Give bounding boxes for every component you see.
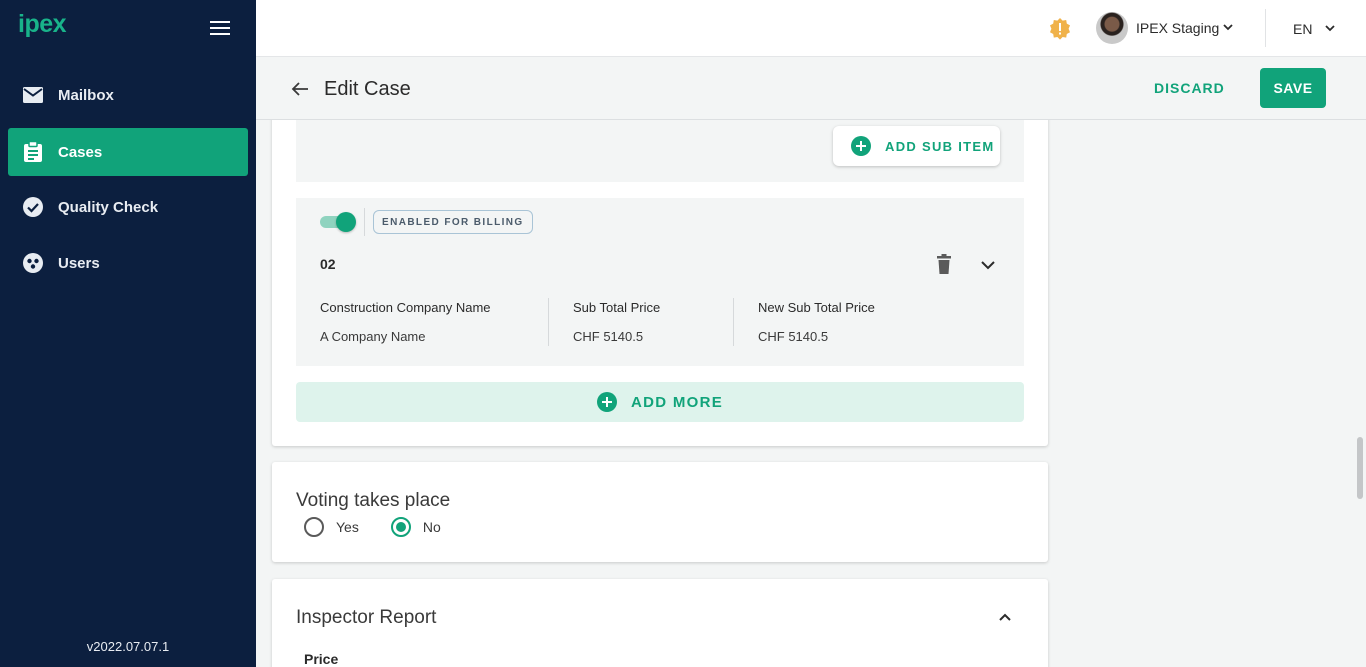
clipboard-icon (21, 140, 45, 164)
radio-label: No (422, 519, 441, 535)
sidebar-item-label: Quality Check (58, 198, 159, 216)
sidebar-item-label: Cases (58, 143, 103, 161)
add-sub-item-button[interactable]: ADD SUB ITEM (833, 126, 1000, 166)
sidebar-item-cases[interactable]: Cases (8, 128, 248, 176)
field-new-sub-total-price: New Sub Total Price CHF 5140.5 (758, 300, 875, 344)
sidebar-item-label: Mailbox (58, 86, 114, 104)
scrollbar-thumb[interactable] (1357, 437, 1363, 499)
page-title: Edit Case (324, 78, 411, 100)
app-version: v2022.07.07.1 (86, 639, 170, 654)
item-row: ENABLED FOR BILLING 02 Construction Comp… (296, 198, 1024, 366)
sub-item-area: ADD SUB ITEM (296, 120, 1024, 182)
field-construction-company: Construction Company Name A Company Name (320, 300, 491, 344)
billing-toggle[interactable] (320, 212, 356, 232)
mail-icon (21, 83, 45, 107)
voting-card: Voting takes place Yes No (272, 462, 1048, 562)
plus-circle-icon (851, 136, 871, 156)
add-more-label: ADD MORE (630, 393, 724, 411)
chevron-down-icon[interactable] (1222, 20, 1234, 32)
chevron-up-icon[interactable] (998, 609, 1012, 621)
plus-circle-icon (596, 392, 617, 412)
sidebar-item-mailbox[interactable]: Mailbox (8, 71, 248, 119)
back-arrow-icon[interactable] (290, 79, 310, 99)
section-title: Inspector Report (296, 607, 437, 628)
field-label: Construction Company Name (320, 300, 491, 315)
divider (733, 298, 734, 346)
top-bar: IPEX Staging EN (256, 0, 1366, 57)
sidebar-item-label: Users (58, 254, 100, 272)
add-more-button[interactable]: ADD MORE (296, 382, 1024, 422)
language-selector[interactable]: EN (1293, 21, 1312, 37)
app-logo[interactable]: ipex (18, 10, 67, 39)
items-card: ADD SUB ITEM ENABLED FOR BILLING 02 Cons… (272, 100, 1048, 446)
field-label: Sub Total Price (573, 300, 661, 315)
add-sub-item-label: ADD SUB ITEM (885, 138, 995, 154)
billing-status-badge: ENABLED FOR BILLING (373, 210, 533, 234)
page-header: Edit Case DISCARD SAVE (256, 57, 1366, 120)
voting-radio-group: Yes No (304, 517, 473, 537)
radio-yes[interactable] (304, 517, 324, 537)
section-title: Voting takes place (296, 490, 451, 511)
delete-icon[interactable] (936, 254, 952, 274)
menu-toggle-icon[interactable] (210, 21, 230, 35)
price-label: Price (304, 651, 339, 667)
save-button[interactable]: SAVE (1260, 68, 1326, 108)
divider (364, 208, 365, 236)
sidebar: ipex Mailbox Cases Quality Check Users v… (0, 0, 256, 667)
alert-badge-icon[interactable] (1048, 17, 1072, 41)
inspector-report-card: Inspector Report Price (272, 579, 1048, 667)
users-icon (21, 251, 45, 275)
divider (1265, 9, 1266, 47)
field-value: CHF 5140.5 (573, 329, 644, 344)
field-value: CHF 5140.5 (758, 329, 829, 344)
sidebar-item-quality-check[interactable]: Quality Check (8, 183, 248, 231)
user-name[interactable]: IPEX Staging (1136, 20, 1219, 36)
avatar[interactable] (1096, 12, 1128, 44)
field-label: New Sub Total Price (758, 300, 875, 315)
discard-button[interactable]: DISCARD (1154, 80, 1225, 96)
item-number: 02 (320, 256, 336, 272)
chevron-down-icon[interactable] (980, 258, 996, 270)
chevron-down-icon[interactable] (1324, 21, 1336, 33)
radio-no[interactable] (390, 517, 411, 537)
field-sub-total-price: Sub Total Price CHF 5140.5 (573, 300, 660, 344)
field-value: A Company Name (320, 329, 426, 344)
check-circle-icon (21, 195, 45, 219)
radio-label: Yes (336, 519, 359, 535)
sidebar-item-users[interactable]: Users (8, 239, 248, 287)
divider (548, 298, 549, 346)
